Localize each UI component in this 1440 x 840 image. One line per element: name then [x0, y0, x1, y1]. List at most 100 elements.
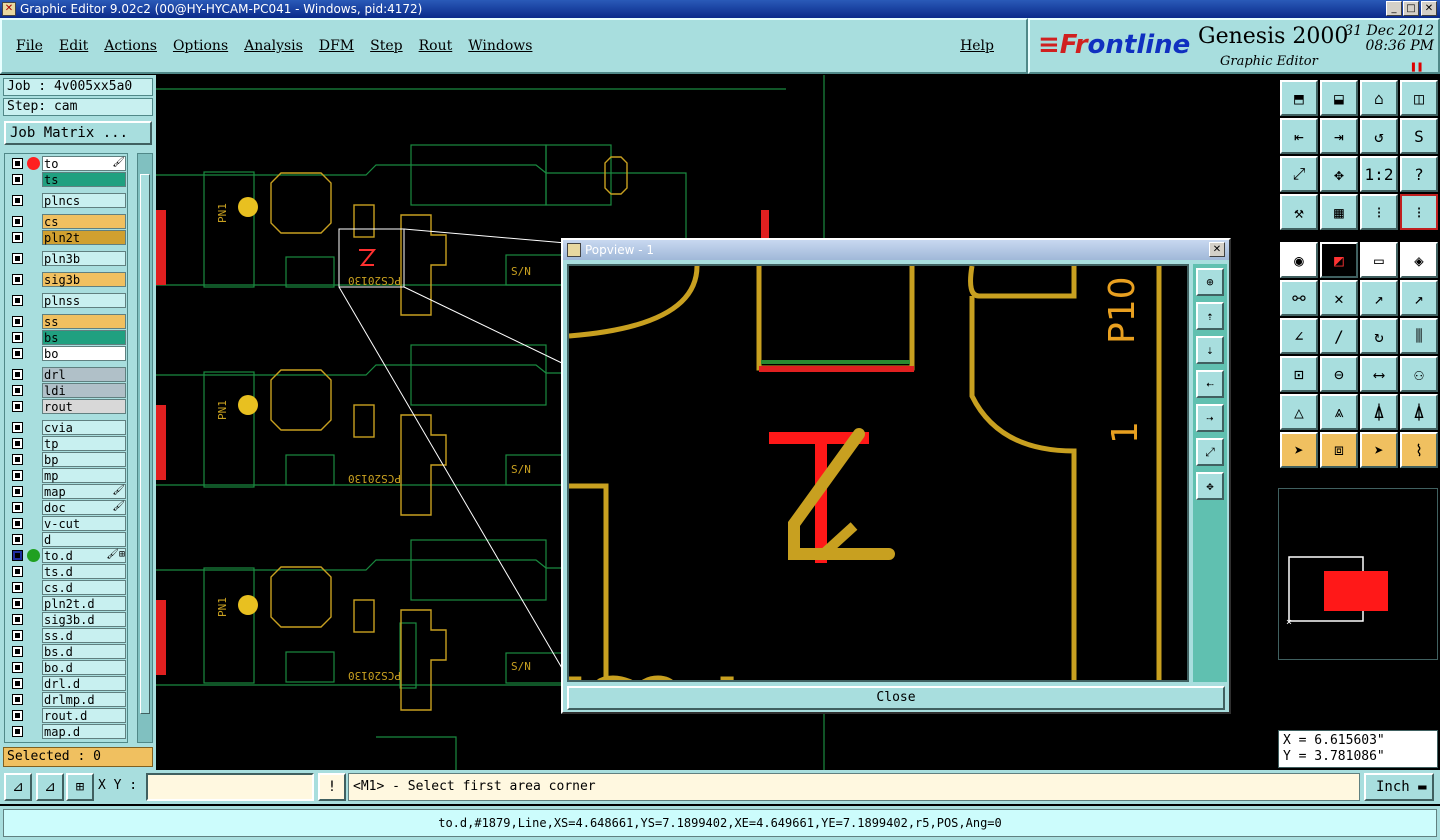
layer-row-rout[interactable]: rout: [7, 399, 127, 414]
layer-name[interactable]: pln3b: [42, 251, 126, 266]
layer-name[interactable]: bo.d: [42, 660, 126, 675]
job-matrix-button[interactable]: Job Matrix ...: [4, 121, 152, 145]
popview-pan-left-icon[interactable]: ⇠: [1196, 370, 1224, 398]
layer-name[interactable]: v-cut: [42, 516, 126, 531]
fit-all-icon[interactable]: ⤢: [1280, 156, 1318, 192]
layer-name[interactable]: bs: [42, 330, 126, 345]
layer-checkbox[interactable]: [12, 726, 23, 737]
query-icon[interactable]: ?: [1400, 156, 1438, 192]
layer-checkbox[interactable]: [12, 295, 23, 306]
layer-name[interactable]: map.d: [42, 724, 126, 739]
tri-select-icon[interactable]: △: [1280, 394, 1318, 430]
grid-icon[interactable]: ▦: [1320, 194, 1358, 230]
cross-icon[interactable]: ✕: [1320, 280, 1358, 316]
layer-name[interactable]: ts.d: [42, 564, 126, 579]
layer-name[interactable]: drl: [42, 367, 126, 382]
layer-row-bs-d[interactable]: bs.d: [7, 644, 127, 659]
layer-checkbox[interactable]: [12, 316, 23, 327]
line-alt-icon[interactable]: ↗: [1400, 280, 1438, 316]
layer-checkbox[interactable]: [12, 422, 23, 433]
zoom-home-icon[interactable]: ⬒: [1280, 80, 1318, 116]
tri-alt-icon[interactable]: ⩓: [1320, 394, 1358, 430]
layer-name[interactable]: rout.d: [42, 708, 126, 723]
mirror-icon[interactable]: S: [1400, 118, 1438, 154]
popview-close-button[interactable]: Close: [567, 686, 1225, 710]
layer-name[interactable]: ts: [42, 172, 126, 187]
popview-zoom-in-icon[interactable]: ⊕: [1196, 268, 1224, 296]
layer-checkbox[interactable]: [12, 174, 23, 185]
layer-checkbox[interactable]: [12, 369, 23, 380]
layer-checkbox[interactable]: [12, 253, 23, 264]
snap-icon[interactable]: ⁝: [1360, 194, 1398, 230]
zoom-down-icon[interactable]: ⬓: [1320, 80, 1358, 116]
menu-step[interactable]: Step: [370, 38, 402, 54]
layer-name[interactable]: d: [42, 532, 126, 547]
menu-help[interactable]: Help: [960, 38, 994, 54]
layer-checkbox[interactable]: [12, 598, 23, 609]
menu-actions[interactable]: Actions: [104, 38, 157, 54]
align-icon[interactable]: ⫼: [1400, 318, 1438, 354]
layer-checkbox[interactable]: [12, 385, 23, 396]
layer-checkbox[interactable]: [12, 518, 23, 529]
layer-checkbox[interactable]: [12, 550, 23, 561]
popview-window[interactable]: Popview - 1 ✕ PCS20130 P10 1 ⊕ ⇡ ⇣ ⇠: [561, 238, 1231, 714]
layer-checkbox[interactable]: [12, 158, 23, 169]
layer-name[interactable]: pln2t.d: [42, 596, 126, 611]
layer-row-map-d[interactable]: map.d: [7, 724, 127, 739]
measure-icon[interactable]: ◩: [1320, 242, 1358, 278]
layer-name[interactable]: bs.d: [42, 644, 126, 659]
menu-dfm[interactable]: DFM: [319, 38, 354, 54]
layer-name[interactable]: ss: [42, 314, 126, 329]
layer-row-cs-d[interactable]: cs.d: [7, 580, 127, 595]
layer-scrollbar[interactable]: [137, 153, 153, 743]
scrollbar-thumb[interactable]: [140, 174, 150, 714]
layer-row-to-d[interactable]: to.d 🖌⊞: [7, 548, 127, 563]
layer-row-tp[interactable]: tp: [7, 436, 127, 451]
layer-name[interactable]: sig3b.d: [42, 612, 126, 627]
layer-row-drlmp-d[interactable]: drlmp.d: [7, 692, 127, 707]
layer-row-ss-d[interactable]: ss.d: [7, 628, 127, 643]
snap-angle-icon[interactable]: ⊿: [36, 773, 64, 801]
layer-row-cvia[interactable]: cvia: [7, 420, 127, 435]
pointer-sel-icon[interactable]: ➤: [1360, 432, 1398, 468]
layer-name[interactable]: plnss: [42, 293, 126, 308]
layer-name[interactable]: drl.d: [42, 676, 126, 691]
popview-pan-up-icon[interactable]: ⇡: [1196, 302, 1224, 330]
overview-map[interactable]: ×: [1278, 488, 1438, 660]
layer-row-cs[interactable]: cs: [7, 214, 127, 229]
add-pad-icon[interactable]: ⊡: [1280, 356, 1318, 392]
layer-checkbox[interactable]: [12, 662, 23, 673]
popview-center-icon[interactable]: ✥: [1196, 472, 1224, 500]
connect-icon[interactable]: ⚯: [1280, 280, 1318, 316]
pointer-box-icon[interactable]: ⧈: [1320, 432, 1358, 468]
layer-row-doc[interactable]: doc 🖌: [7, 500, 127, 515]
layer-checkbox[interactable]: [12, 678, 23, 689]
layer-name[interactable]: rout: [42, 399, 126, 414]
layer-name[interactable]: sig3b: [42, 272, 126, 287]
popview-fit-icon[interactable]: ⤢: [1196, 438, 1224, 466]
arc-icon[interactable]: ↻: [1360, 318, 1398, 354]
layer-name[interactable]: ldi: [42, 383, 126, 398]
layer-row-pln2t-d[interactable]: pln2t.d: [7, 596, 127, 611]
snap-grid-icon[interactable]: ⊞: [66, 773, 94, 801]
layer-row-ts[interactable]: ts: [7, 172, 127, 187]
layer-row-rout-d[interactable]: rout.d: [7, 708, 127, 723]
layer-name[interactable]: mp: [42, 468, 126, 483]
snap-active-icon[interactable]: ⁝: [1400, 194, 1438, 230]
select-pad-icon[interactable]: ◉: [1280, 242, 1318, 278]
layer-row-plncs[interactable]: plncs: [7, 193, 127, 208]
split-icon[interactable]: ⊖: [1320, 356, 1358, 392]
slash-icon[interactable]: /: [1320, 318, 1358, 354]
alert-icon[interactable]: !: [318, 773, 346, 801]
home-icon[interactable]: ⌂: [1360, 80, 1398, 116]
layer-name[interactable]: cs: [42, 214, 126, 229]
layer-name[interactable]: bp: [42, 452, 126, 467]
dimension-icon[interactable]: ⟷: [1360, 356, 1398, 392]
split-view-icon[interactable]: ◫: [1400, 80, 1438, 116]
layer-row-ss[interactable]: ss: [7, 314, 127, 329]
layer-name[interactable]: plncs: [42, 193, 126, 208]
scale-1-2-icon[interactable]: 1:2: [1360, 156, 1398, 192]
menu-options[interactable]: Options: [173, 38, 228, 54]
layer-checkbox[interactable]: [12, 710, 23, 721]
pause-icon[interactable]: ❚❚: [1410, 60, 1423, 73]
